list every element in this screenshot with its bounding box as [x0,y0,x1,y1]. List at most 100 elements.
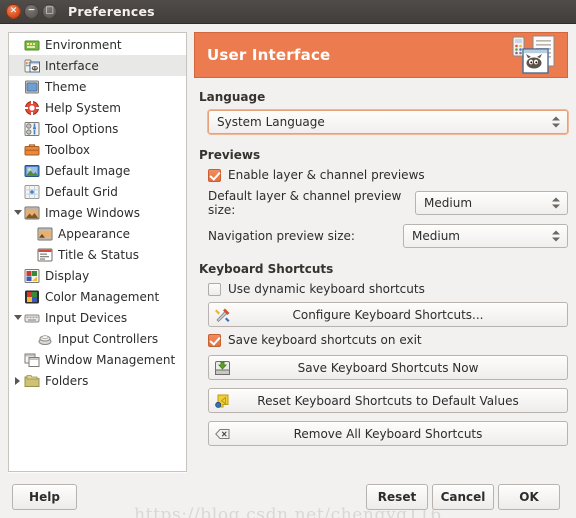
default-grid-icon [24,184,40,200]
titlebar: × − □ Preferences [0,0,576,24]
input-devices-icon [24,310,40,326]
toolbox-icon [24,142,40,158]
sidebar-item-label: Window Management [45,352,176,367]
sidebar-item-title-status[interactable]: Title & Status [9,244,186,265]
sidebar-item-label: Input Controllers [58,331,159,346]
previews-section-label: Previews [199,148,261,162]
title-status-icon [37,247,53,263]
chevron-updown-icon [552,116,560,128]
close-icon[interactable]: × [6,4,21,19]
sidebar-item-color-management[interactable]: Color Management [9,286,186,307]
sidebar-item-label: Toolbox [45,142,90,157]
sidebar-item-display[interactable]: Display [9,265,186,286]
folders-icon [24,373,40,389]
appearance-icon [37,226,53,242]
image-windows-icon [24,205,40,221]
sidebar-item-folders[interactable]: Folders [9,370,186,391]
sidebar-item-toolbox[interactable]: Toolbox [9,139,186,160]
navigation-preview-size-value: Medium [412,229,460,243]
ok-button[interactable]: OK [498,484,560,510]
dialog-button-bar: Help Reset Cancel OK [0,480,576,518]
reset-shortcuts-button[interactable]: Reset Keyboard Shortcuts to Default Valu… [208,388,568,413]
configure-tools-icon [214,306,231,323]
sidebar-item-environment[interactable]: Environment [9,34,186,55]
minimize-icon[interactable]: − [24,4,39,19]
color-management-icon [24,289,40,305]
sidebar-item-interface[interactable]: Interface [9,55,186,76]
preferences-sidebar[interactable]: Environment Interface Theme Help System Tool… [8,32,187,472]
chevron-updown-icon [552,197,560,209]
sidebar-item-default-image[interactable]: Default Image [9,160,186,181]
maximize-icon[interactable]: □ [42,4,57,19]
chevron-updown-icon [552,230,560,242]
sidebar-item-label: Display [45,268,90,283]
language-combobox[interactable]: System Language [208,110,568,134]
theme-icon [24,79,40,95]
default-preview-size-label: Default layer & channel preview size: [208,189,402,217]
enable-previews-label: Enable layer & channel previews [228,168,425,182]
language-section-label: Language [199,90,266,104]
dynamic-shortcuts-row[interactable]: Use dynamic keyboard shortcuts [208,282,568,296]
save-shortcuts-now-button[interactable]: Save Keyboard Shortcuts Now [208,355,568,380]
reset-icon [214,392,231,409]
sidebar-item-label: Default Grid [45,184,118,199]
page-title: User Interface [207,46,331,64]
dynamic-shortcuts-label: Use dynamic keyboard shortcuts [228,282,425,296]
window-title: Preferences [68,4,155,19]
sidebar-item-tool-options[interactable]: Tool Options [9,118,186,139]
chevron-down-icon[interactable] [11,202,24,223]
navigation-preview-size-row: Navigation preview size: Medium [208,224,568,248]
enable-previews-checkbox[interactable] [208,168,221,182]
sidebar-item-default-grid[interactable]: Default Grid [9,181,186,202]
input-controllers-icon [37,331,53,347]
navigation-preview-size-label: Navigation preview size: [208,229,355,243]
display-icon [24,268,40,284]
maximize-glyph: □ [45,5,54,16]
help-button[interactable]: Help [12,484,77,510]
default-preview-size-value: Medium [424,196,473,210]
chevron-right-icon[interactable] [11,370,24,391]
sidebar-item-help-system[interactable]: Help System [9,97,186,118]
sidebar-item-label: Environment [45,37,122,52]
cancel-button[interactable]: Cancel [432,484,494,510]
sidebar-item-label: Color Management [45,289,160,304]
user-interface-icon [511,35,563,77]
window-controls: × − □ [0,4,57,19]
language-value: System Language [217,115,325,129]
sidebar-item-image-windows[interactable]: Image Windows [9,202,186,223]
save-shortcuts-on-exit-row[interactable]: Save keyboard shortcuts on exit [208,333,568,347]
sidebar-item-window-management[interactable]: Window Management [9,349,186,370]
save-icon [214,359,231,376]
save-shortcuts-on-exit-checkbox[interactable] [208,333,221,347]
sidebar-item-input-controllers[interactable]: Input Controllers [9,328,186,349]
preferences-window: × − □ Preferences Environment Interface Th… [0,0,576,518]
remove-all-shortcuts-label: Remove All Keyboard Shortcuts [293,426,483,441]
enable-previews-row[interactable]: Enable layer & channel previews [208,168,568,182]
sidebar-item-input-devices[interactable]: Input Devices [9,307,186,328]
save-shortcuts-now-label: Save Keyboard Shortcuts Now [297,360,479,375]
remove-all-shortcuts-button[interactable]: Remove All Keyboard Shortcuts [208,421,568,446]
sidebar-item-theme[interactable]: Theme [9,76,186,97]
configure-shortcuts-button[interactable]: Configure Keyboard Shortcuts... [208,302,568,327]
dynamic-shortcuts-checkbox[interactable] [208,282,221,296]
close-glyph: × [9,5,18,16]
navigation-preview-size-combobox[interactable]: Medium [403,224,568,248]
chevron-down-icon[interactable] [11,307,24,328]
keyboard-shortcuts-section-label: Keyboard Shortcuts [199,262,334,276]
sidebar-item-appearance[interactable]: Appearance [9,223,186,244]
sidebar-item-label: Theme [45,79,87,94]
default-image-icon [24,163,40,179]
save-shortcuts-on-exit-label: Save keyboard shortcuts on exit [228,333,422,347]
default-preview-size-combobox[interactable]: Medium [415,191,568,215]
reset-button[interactable]: Reset [366,484,428,510]
